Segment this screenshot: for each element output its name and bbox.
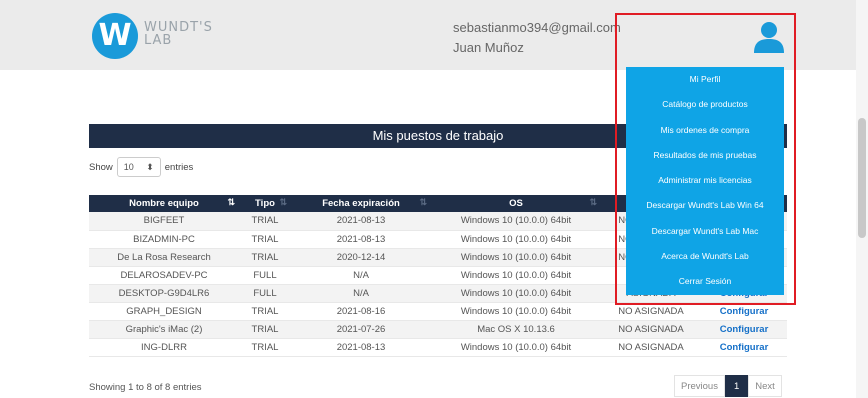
table-cell: 2021-08-13 bbox=[291, 338, 431, 357]
column-header-1[interactable]: Nombre equipo ⇅ bbox=[89, 195, 239, 212]
menu-item-2[interactable]: Catálogo de productos bbox=[626, 92, 784, 117]
table-cell: De La Rosa Research bbox=[89, 248, 239, 267]
menu-item-4[interactable]: Resultados de mis pruebas bbox=[626, 143, 784, 168]
show-label: Show bbox=[89, 161, 113, 173]
table-cell: NO ASIGNADA bbox=[601, 338, 701, 357]
logo-text-line2: LAB bbox=[144, 33, 173, 48]
table-cell: Windows 10 (10.0.0) 64bit bbox=[431, 230, 601, 249]
sort-icon[interactable]: ⇅ bbox=[227, 197, 235, 208]
configurar-link[interactable]: Configurar bbox=[701, 302, 787, 321]
table-cell: TRIAL bbox=[239, 230, 291, 249]
menu-item-9[interactable]: Cerrar Sesión bbox=[626, 269, 784, 294]
entries-select-value: 10 bbox=[123, 162, 134, 172]
sort-icon[interactable]: ⇅ bbox=[279, 197, 287, 208]
column-header-label: OS bbox=[509, 198, 523, 209]
table-cell: ING-DLRR bbox=[89, 338, 239, 357]
select-arrow-icon: ⬍ bbox=[146, 161, 154, 172]
table-cell: Mac OS X 10.13.6 bbox=[431, 320, 601, 339]
logo-mark: W bbox=[92, 13, 138, 59]
entries-select[interactable]: 10 ⬍ bbox=[116, 157, 161, 177]
table-cell: DELAROSADEV-PC bbox=[89, 266, 239, 285]
table-row: ING-DLRR TRIAL 2021-08-13 Windows 10 (10.0.… bbox=[89, 338, 787, 357]
entries-label: entries bbox=[164, 161, 194, 173]
user-email: sebastianmo394@gmail.com bbox=[453, 20, 621, 35]
configurar-link[interactable]: Configurar bbox=[701, 320, 787, 339]
table-cell: Graphic's iMac (2) bbox=[89, 320, 239, 339]
table-cell: Windows 10 (10.0.0) 64bit bbox=[431, 338, 601, 357]
wundts-lab-logo[interactable]: W WUNDT'S LAB bbox=[92, 13, 222, 59]
table-cell: GRAPH_DESIGN bbox=[89, 302, 239, 321]
table-cell: Windows 10 (10.0.0) 64bit bbox=[431, 212, 601, 231]
menu-item-3[interactable]: Mis ordenes de compra bbox=[626, 118, 784, 143]
pagination: Previous 1 Next bbox=[674, 375, 782, 397]
menu-item-5[interactable]: Administrar mis licencias bbox=[626, 168, 784, 193]
scrollbar-thumb[interactable] bbox=[858, 118, 866, 238]
table-cell: TRIAL bbox=[239, 248, 291, 267]
table-cell: NO ASIGNADA bbox=[601, 302, 701, 321]
menu-item-8[interactable]: Acerca de Wundt's Lab bbox=[626, 244, 784, 269]
table-cell: FULL bbox=[239, 266, 291, 285]
user-account-icon[interactable] bbox=[752, 20, 786, 54]
table-cell: 2020-12-14 bbox=[291, 248, 431, 267]
table-cell: BIZADMIN-PC bbox=[89, 230, 239, 249]
table-cell: TRIAL bbox=[239, 212, 291, 231]
column-header-label: Tipo bbox=[255, 198, 275, 209]
previous-page-button[interactable]: Previous bbox=[674, 375, 725, 397]
table-cell: FULL bbox=[239, 284, 291, 303]
table-cell: Windows 10 (10.0.0) 64bit bbox=[431, 302, 601, 321]
column-header-label: Nombre equipo bbox=[129, 198, 199, 209]
configurar-link[interactable]: Configurar bbox=[701, 338, 787, 357]
user-name: Juan Muñoz bbox=[453, 40, 524, 55]
sort-icon[interactable]: ⇅ bbox=[589, 197, 597, 208]
table-cell: NO ASIGNADA bbox=[601, 320, 701, 339]
table-cell: TRIAL bbox=[239, 320, 291, 339]
table-cell: Windows 10 (10.0.0) 64bit bbox=[431, 266, 601, 285]
table-cell: TRIAL bbox=[239, 338, 291, 357]
page-1-button[interactable]: 1 bbox=[724, 375, 749, 397]
column-header-label: Fecha expiración bbox=[322, 198, 400, 209]
table-cell: Windows 10 (10.0.0) 64bit bbox=[431, 248, 601, 267]
column-header-4[interactable]: OS ⇅ bbox=[431, 195, 601, 212]
table-cell: Windows 10 (10.0.0) 64bit bbox=[431, 284, 601, 303]
table-row: GRAPH_DESIGN TRIAL 2021-08-16 Windows 10 (1… bbox=[89, 302, 787, 321]
menu-item-6[interactable]: Descargar Wundt's Lab Win 64 bbox=[626, 193, 784, 218]
logo-wordmark: WUNDT'S LAB bbox=[144, 21, 213, 47]
table-row: Graphic's iMac (2) TRIAL 2021-07-26 Mac OS … bbox=[89, 320, 787, 339]
table-cell: N/A bbox=[291, 284, 431, 303]
table-cell: 2021-08-13 bbox=[291, 212, 431, 231]
menu-item-1[interactable]: Mi Perfil bbox=[626, 67, 784, 92]
table-info: Showing 1 to 8 of 8 entries bbox=[89, 382, 202, 393]
menu-item-7[interactable]: Descargar Wundt's Lab Mac bbox=[626, 219, 784, 244]
user-dropdown-menu: Mi Perfil Catálogo de productos Mis ordene… bbox=[626, 67, 784, 295]
top-header: W WUNDT'S LAB sebastianmo394@gmail.com J… bbox=[0, 0, 868, 70]
table-cell: N/A bbox=[291, 266, 431, 285]
table-cell: 2021-08-13 bbox=[291, 230, 431, 249]
table-cell: 2021-08-16 bbox=[291, 302, 431, 321]
table-cell: 2021-07-26 bbox=[291, 320, 431, 339]
column-header-2[interactable]: Tipo ⇅ bbox=[239, 195, 291, 212]
sort-icon[interactable]: ⇅ bbox=[419, 197, 427, 208]
column-header-3[interactable]: Fecha expiración ⇅ bbox=[291, 195, 431, 212]
next-page-button[interactable]: Next bbox=[748, 375, 782, 397]
table-cell: DESKTOP-G9D4LR6 bbox=[89, 284, 239, 303]
length-control: Show 10 ⬍ entries bbox=[89, 157, 193, 177]
table-cell: BIGFEET bbox=[89, 212, 239, 231]
page: W WUNDT'S LAB sebastianmo394@gmail.com J… bbox=[0, 0, 868, 398]
table-cell: TRIAL bbox=[239, 302, 291, 321]
